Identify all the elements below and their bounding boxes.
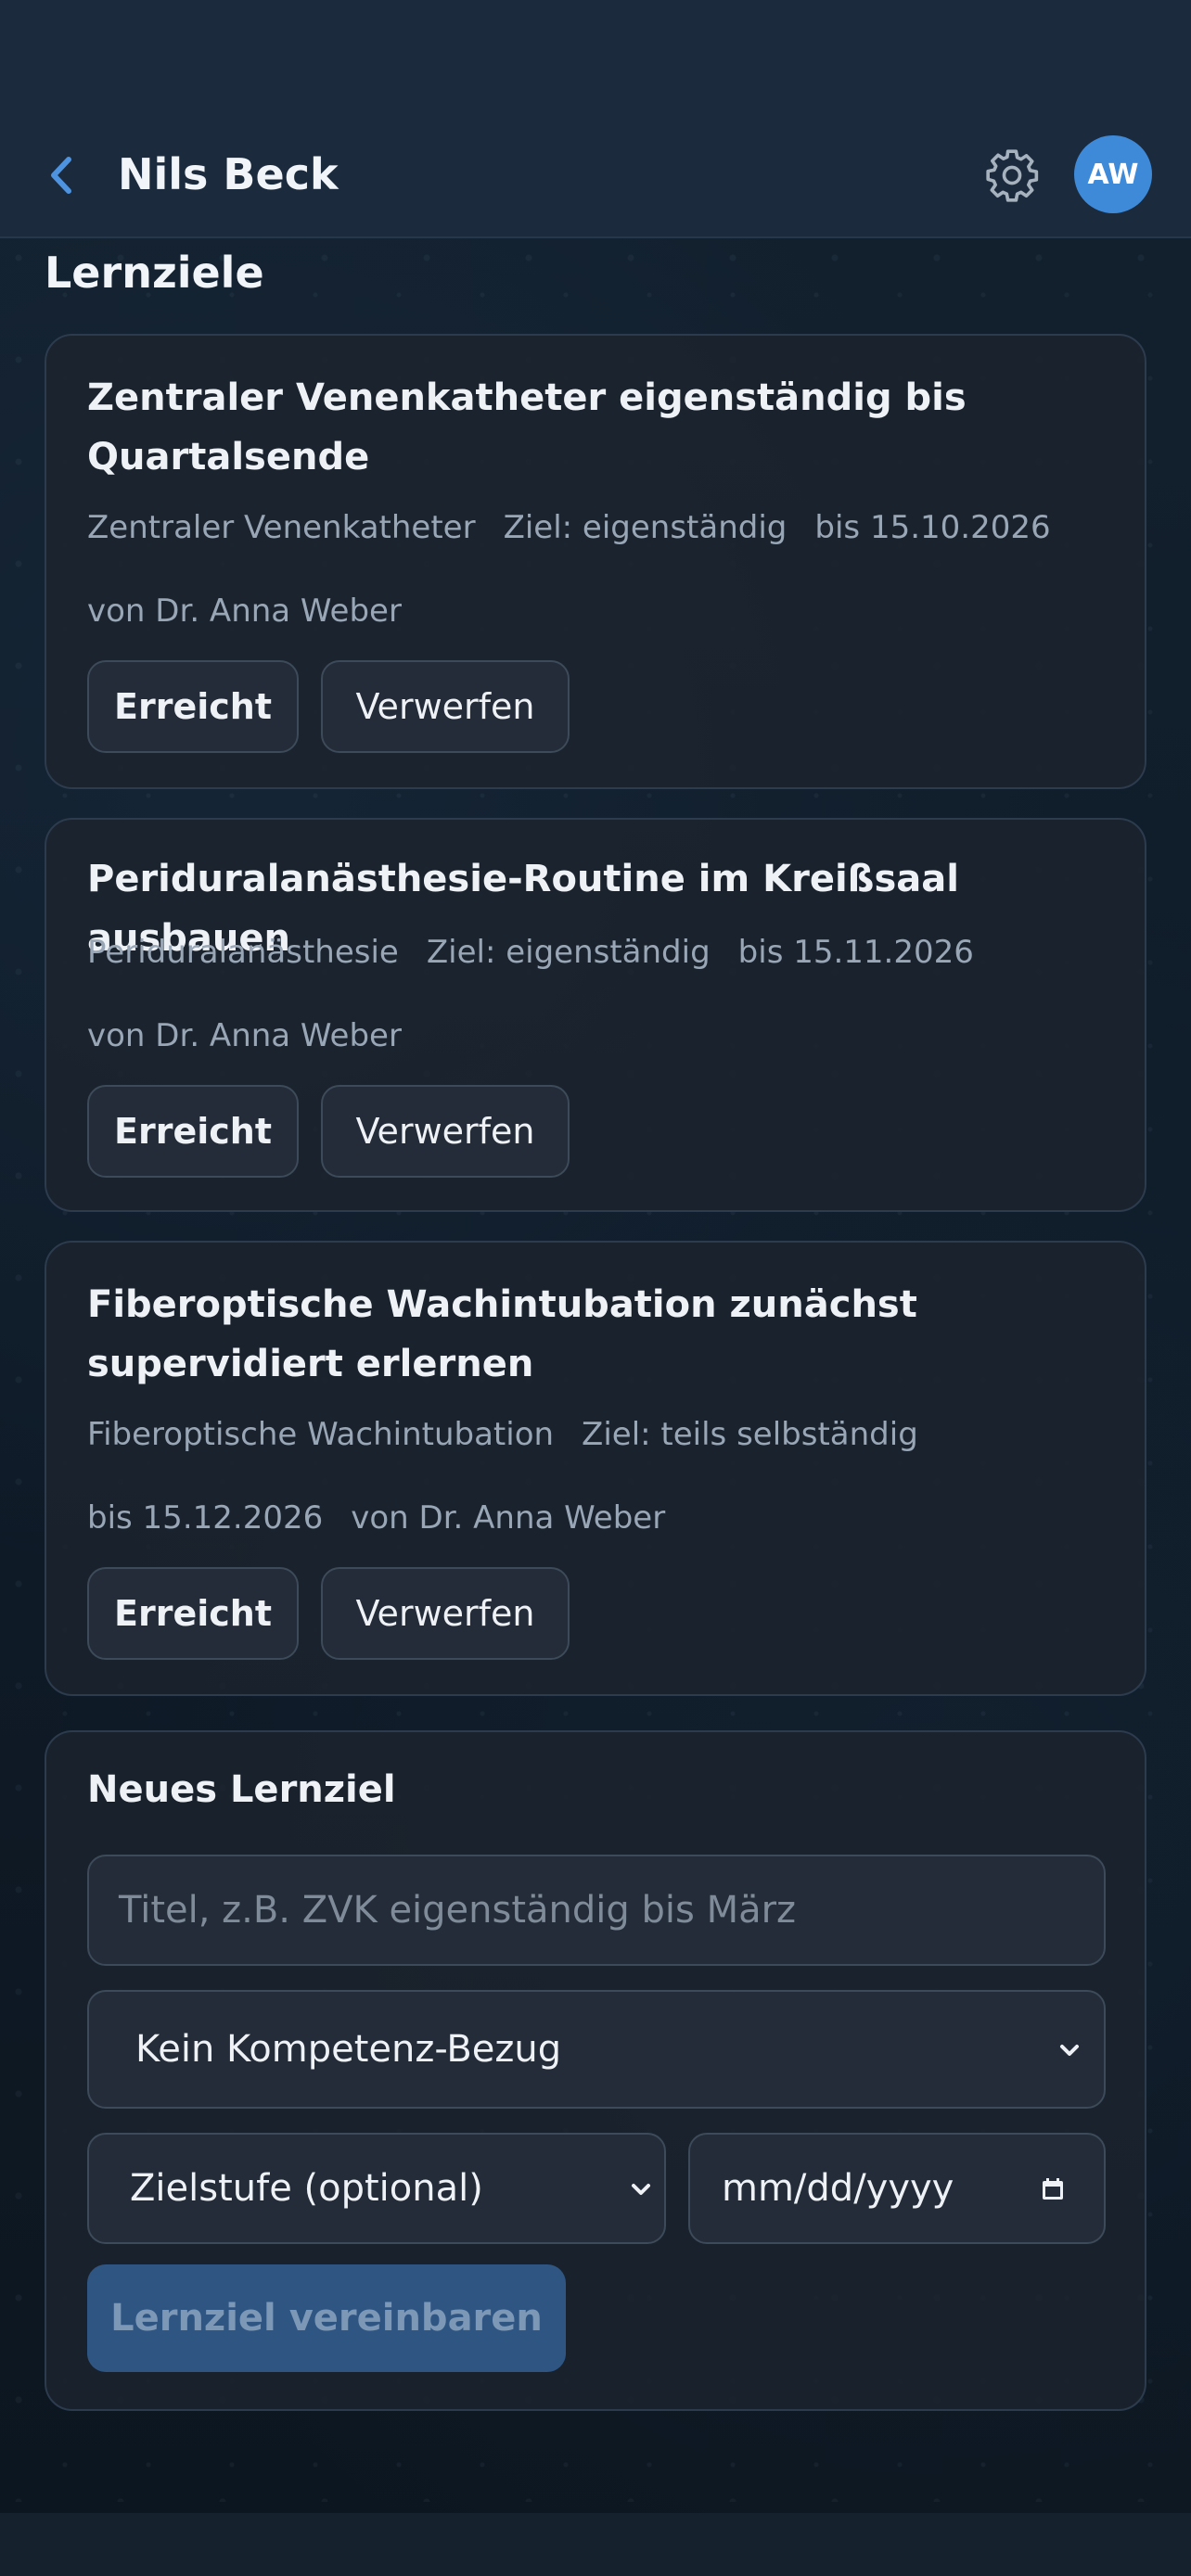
discard-button[interactable]: Verwerfen <box>321 1085 570 1178</box>
date-input[interactable]: mm/dd/yyyy <box>688 2133 1106 2244</box>
goal-due-date: bis 15.11.2026 <box>737 934 974 971</box>
achieved-button[interactable]: Erreicht <box>87 1567 299 1660</box>
gear-icon[interactable] <box>983 147 1041 204</box>
goal-competence: Fiberoptische Wachintubation <box>87 1416 555 1453</box>
discard-button[interactable]: Verwerfen <box>321 660 570 753</box>
competence-select-value: Kein Kompetenz-Bezug <box>135 2028 562 2071</box>
bottom-bar <box>0 2513 1191 2576</box>
achieved-button[interactable]: Erreicht <box>87 660 299 753</box>
goal-target: Ziel: eigenständig <box>426 934 711 971</box>
goal-due-date: bis 15.12.2026 <box>87 1499 324 1537</box>
goal-target: Ziel: eigenständig <box>503 509 788 546</box>
goal-target: Ziel: teils selbständig <box>582 1416 918 1453</box>
section-title: Lernziele <box>45 248 264 298</box>
goal-competence: Periduralanästhesie <box>87 934 399 971</box>
back-chevron-icon[interactable] <box>45 154 78 197</box>
goal-card: Fiberoptische Wachintubation zunächst su… <box>45 1241 1146 1696</box>
goal-title: Fiberoptische Wachintubation zunächst su… <box>87 1283 917 1385</box>
calendar-icon[interactable] <box>1039 2175 1067 2203</box>
date-input-placeholder: mm/dd/yyyy <box>722 2167 954 2210</box>
goal-due-date: bis 15.10.2026 <box>814 509 1051 546</box>
chevron-down-icon <box>632 2184 650 2195</box>
goal-author: von Dr. Anna Weber <box>351 1499 666 1537</box>
goal-meta-secondary: bis 15.12.2026 von Dr. Anna Weber <box>87 1497 693 1539</box>
avatar[interactable]: AW <box>1074 135 1152 213</box>
goal-card: Periduralanästhesie-Routine im Kreißsaal… <box>45 818 1146 1212</box>
level-select[interactable]: Zielstufe (optional) <box>87 2133 666 2244</box>
form-title: Neues Lernziel <box>87 1768 396 1811</box>
submit-goal-button[interactable]: Lernziel vereinbaren <box>87 2264 566 2372</box>
achieved-button[interactable]: Erreicht <box>87 1085 299 1178</box>
app-header: Nils Beck AW <box>0 0 1191 238</box>
goal-meta: Fiberoptische Wachintubation Ziel: teils … <box>87 1413 946 1456</box>
goal-competence: Zentraler Venenkatheter <box>87 509 476 546</box>
discard-button[interactable]: Verwerfen <box>321 1567 570 1660</box>
goal-meta: Periduralanästhesie Ziel: eigenständig bis… <box>87 931 1002 974</box>
new-goal-form: Neues Lernziel Titel, z.B. ZVK eigenstän… <box>45 1730 1146 2411</box>
level-select-value: Zielstufe (optional) <box>130 2167 483 2210</box>
goal-title: Zentraler Venenkatheter eigenständig bis… <box>87 376 967 478</box>
goal-author: von Dr. Anna Weber <box>87 593 402 630</box>
competence-select[interactable]: Kein Kompetenz-Bezug <box>87 1990 1106 2109</box>
goal-author: von Dr. Anna Weber <box>87 1017 402 1054</box>
page-title: Nils Beck <box>118 149 339 199</box>
chevron-down-icon <box>1060 2045 1079 2056</box>
goal-title-placeholder: Titel, z.B. ZVK eigenständig bis März <box>119 1889 797 1932</box>
goal-card: Zentraler Venenkatheter eigenständig bis… <box>45 334 1146 789</box>
goal-meta: Zentraler Venenkatheter Ziel: eigenständi… <box>87 506 1079 549</box>
goal-title-input[interactable]: Titel, z.B. ZVK eigenständig bis März <box>87 1855 1106 1966</box>
